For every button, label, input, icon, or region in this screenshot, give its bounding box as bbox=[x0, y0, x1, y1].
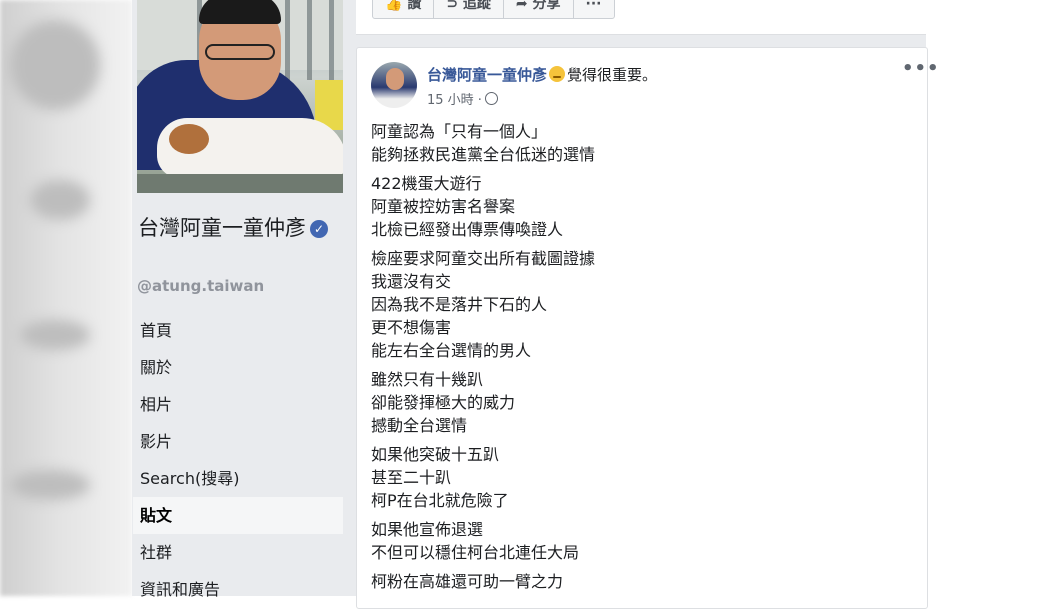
page-nav: 首頁 關於 相片 影片 Search(搜尋) 貼文 社群 資訊和廣告 bbox=[133, 312, 343, 608]
post-paragraph: 如果他宣佈退選 不但可以穩住柯台北連任大局 bbox=[371, 518, 911, 564]
post-paragraph: 檢座要求阿童交出所有截圖證據 我還沒有交 因為我不是落井下石的人 更不想傷害 能… bbox=[371, 247, 911, 362]
share-label: 分享 bbox=[532, 0, 561, 12]
post-line: 更不想傷害 bbox=[371, 318, 452, 337]
post-paragraph: 柯粉在高雄還可助一臂之力 bbox=[371, 570, 911, 593]
page-handle[interactable]: @atung.taiwan bbox=[137, 277, 264, 295]
page-actions: 👍 讚 ⊃ 追蹤 ➦ 分享 ··· bbox=[372, 0, 615, 19]
post-author-link[interactable]: 台灣阿童一童仲彥 bbox=[427, 66, 547, 84]
post-line: 422機蛋大遊行 bbox=[371, 174, 482, 193]
post-timestamp[interactable]: 15 小時 · bbox=[427, 93, 482, 108]
post-line: 檢座要求阿童交出所有截圖證據 bbox=[371, 249, 596, 268]
post-paragraph: 422機蛋大遊行 阿童被控妨害名譽案 北檢已經發出傳票傳喚證人 bbox=[371, 172, 911, 241]
verified-badge-icon: ✓ bbox=[310, 220, 328, 238]
post-line: 卻能發揮極大的威力 bbox=[371, 393, 516, 412]
nav-item-search[interactable]: Search(搜尋) bbox=[133, 460, 343, 497]
feeling-emoji-icon bbox=[549, 66, 566, 82]
blurred-background-left bbox=[0, 0, 132, 596]
post-line: 如果他宣佈退選 bbox=[371, 520, 484, 539]
blurred-background-right bbox=[926, 0, 1060, 596]
page-title: 台灣阿童一童仲彥 ✓ bbox=[138, 214, 338, 242]
post-line: 雖然只有十幾趴 bbox=[371, 370, 484, 389]
post-paragraph: 雖然只有十幾趴 卻能發揮極大的威力 撼動全台選情 bbox=[371, 368, 911, 437]
post-line: 因為我不是落井下石的人 bbox=[371, 295, 548, 314]
rss-icon: ⊃ bbox=[446, 0, 459, 12]
follow-page-button[interactable]: ⊃ 追蹤 bbox=[434, 0, 504, 18]
like-label: 讚 bbox=[407, 0, 422, 12]
like-page-button[interactable]: 👍 讚 bbox=[373, 0, 435, 18]
share-page-button[interactable]: ➦ 分享 bbox=[504, 0, 574, 18]
nav-item-info-and-ads[interactable]: 資訊和廣告 bbox=[133, 571, 343, 608]
page-name-text: 台灣阿童一童仲彥 bbox=[138, 216, 306, 240]
thumb-icon: 👍 bbox=[385, 0, 403, 12]
share-icon: ➦ bbox=[515, 0, 528, 12]
nav-item-photos[interactable]: 相片 bbox=[133, 386, 343, 423]
post-line: 我還沒有交 bbox=[371, 272, 452, 291]
post-line: 能左右全台選情的男人 bbox=[371, 341, 532, 360]
post-options-button[interactable]: ••• bbox=[902, 58, 940, 79]
post-line: 阿童認為「只有一個人」 bbox=[371, 122, 548, 141]
post-line: 如果他突破十五趴 bbox=[371, 445, 500, 464]
nav-item-community[interactable]: 社群 bbox=[133, 534, 343, 571]
post-line: 甚至二十趴 bbox=[371, 468, 452, 487]
globe-icon bbox=[484, 92, 498, 105]
post-body: 阿童認為「只有一個人」 能夠拯救民進黨全台低迷的選情 422機蛋大遊行 阿童被控… bbox=[371, 120, 911, 599]
nav-item-home[interactable]: 首頁 bbox=[133, 312, 343, 349]
post-line: 柯P在台北就危險了 bbox=[371, 491, 509, 510]
post-line: 能夠拯救民進黨全台低迷的選情 bbox=[371, 145, 596, 164]
more-page-button[interactable]: ··· bbox=[574, 0, 614, 18]
avatar[interactable] bbox=[371, 62, 417, 108]
nav-item-videos[interactable]: 影片 bbox=[133, 423, 343, 460]
nav-item-about[interactable]: 關於 bbox=[133, 349, 343, 386]
nav-item-posts[interactable]: 貼文 bbox=[133, 497, 343, 534]
post-line: 不但可以穩住柯台北連任大局 bbox=[371, 543, 580, 562]
post-line: 北檢已經發出傳票傳喚證人 bbox=[371, 220, 564, 239]
post-paragraph: 阿童認為「只有一個人」 能夠拯救民進黨全台低迷的選情 bbox=[371, 120, 911, 166]
post-line: 柯粉在高雄還可助一臂之力 bbox=[371, 572, 564, 591]
profile-photo[interactable] bbox=[137, 0, 343, 193]
post-paragraph: 如果他突破十五趴 甚至二十趴 柯P在台北就危險了 bbox=[371, 443, 911, 512]
follow-label: 追蹤 bbox=[462, 0, 491, 12]
post-meta: 15 小時 · bbox=[427, 89, 498, 108]
post-line: 撼動全台選情 bbox=[371, 416, 468, 435]
post-feeling: 覺得很重要。 bbox=[567, 66, 658, 84]
post-header: 台灣阿童一童仲彥 覺得很重要。 bbox=[427, 64, 657, 85]
post-line: 阿童被控妨害名譽案 bbox=[371, 197, 516, 216]
